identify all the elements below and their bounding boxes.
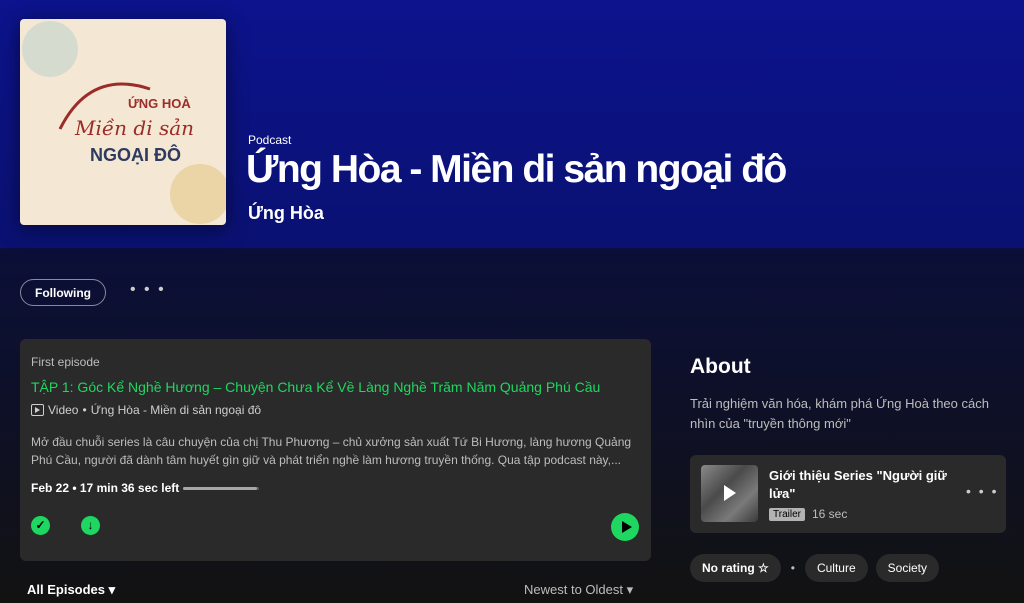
about-heading: About bbox=[690, 355, 751, 378]
tag-separator: • bbox=[790, 561, 795, 575]
episode-description: Mở đầu chuỗi series là câu chuyện của ch… bbox=[31, 435, 632, 467]
about-description: Trải nghiệm văn hóa, khám phá Ứng Hoà th… bbox=[690, 396, 989, 431]
video-icon bbox=[31, 404, 44, 416]
episode-show-link[interactable]: Ứng Hòa - Miền di sản ngoại đô bbox=[91, 403, 261, 417]
episodes-filter-label: All Episodes bbox=[27, 582, 106, 597]
following-button[interactable]: Following bbox=[20, 279, 106, 306]
more-options-icon[interactable]: • • • bbox=[130, 281, 166, 299]
tag-culture[interactable]: Culture bbox=[804, 554, 868, 582]
trailer-thumbnail[interactable] bbox=[701, 465, 758, 522]
episode-media-type: Video bbox=[48, 403, 79, 417]
episode-progress-bar bbox=[183, 487, 259, 490]
cover-text-line-1: ỨNG HOÀ bbox=[128, 96, 191, 111]
podcast-cover-art: ỨNG HOÀ Miền di sản NGOẠI ĐÔ bbox=[20, 19, 226, 225]
episode-date-time: Feb 22 • 17 min 36 sec left bbox=[31, 481, 180, 495]
trailer-duration: 16 sec bbox=[812, 507, 848, 521]
trailer-more-options-icon[interactable]: • • • bbox=[966, 483, 998, 499]
chevron-down-icon: ▾ bbox=[626, 582, 634, 597]
tag-row: No rating ☆ • Culture Society bbox=[690, 554, 940, 582]
rating-button[interactable]: No rating ☆ bbox=[690, 554, 781, 582]
episode-progress-fill bbox=[183, 487, 258, 490]
play-button[interactable] bbox=[611, 513, 639, 541]
tag-society[interactable]: Society bbox=[875, 554, 940, 582]
first-episode-label: First episode bbox=[31, 355, 100, 369]
first-episode-card[interactable]: First episode TẬP 1: Góc Kể Nghề Hương –… bbox=[20, 339, 651, 561]
trailer-card[interactable]: Giới thiệu Series "Người giữ lửa" Traile… bbox=[690, 455, 1006, 533]
content-type-label: Podcast bbox=[248, 133, 292, 147]
cover-text-line-3: NGOẠI ĐÔ bbox=[90, 145, 182, 165]
podcast-author-link[interactable]: Ứng Hòa bbox=[248, 203, 324, 224]
cover-text-line-2: Miền di sản bbox=[75, 116, 195, 140]
played-check-icon[interactable]: ✓ bbox=[31, 516, 50, 535]
subtitle-separator: • bbox=[82, 403, 87, 417]
episode-subtitle: Video • Ứng Hòa - Miền di sản ngoại đô bbox=[31, 403, 261, 417]
episode-title-link[interactable]: TẬP 1: Góc Kể Nghề Hương – Chuyện Chưa K… bbox=[31, 379, 600, 395]
trailer-badge: Trailer bbox=[769, 508, 805, 521]
page-title: Ứng Hòa - Miền di sản ngoại đô bbox=[246, 148, 787, 191]
episodes-filter-dropdown[interactable]: All Episodes ▾ bbox=[27, 582, 115, 598]
sort-order-dropdown[interactable]: Newest to Oldest ▾ bbox=[524, 582, 633, 598]
chevron-down-icon: ▾ bbox=[108, 582, 116, 597]
trailer-title[interactable]: Giới thiệu Series "Người giữ lửa" bbox=[769, 467, 959, 503]
sort-order-label: Newest to Oldest bbox=[524, 582, 623, 597]
download-icon[interactable]: ↓ bbox=[81, 516, 100, 535]
